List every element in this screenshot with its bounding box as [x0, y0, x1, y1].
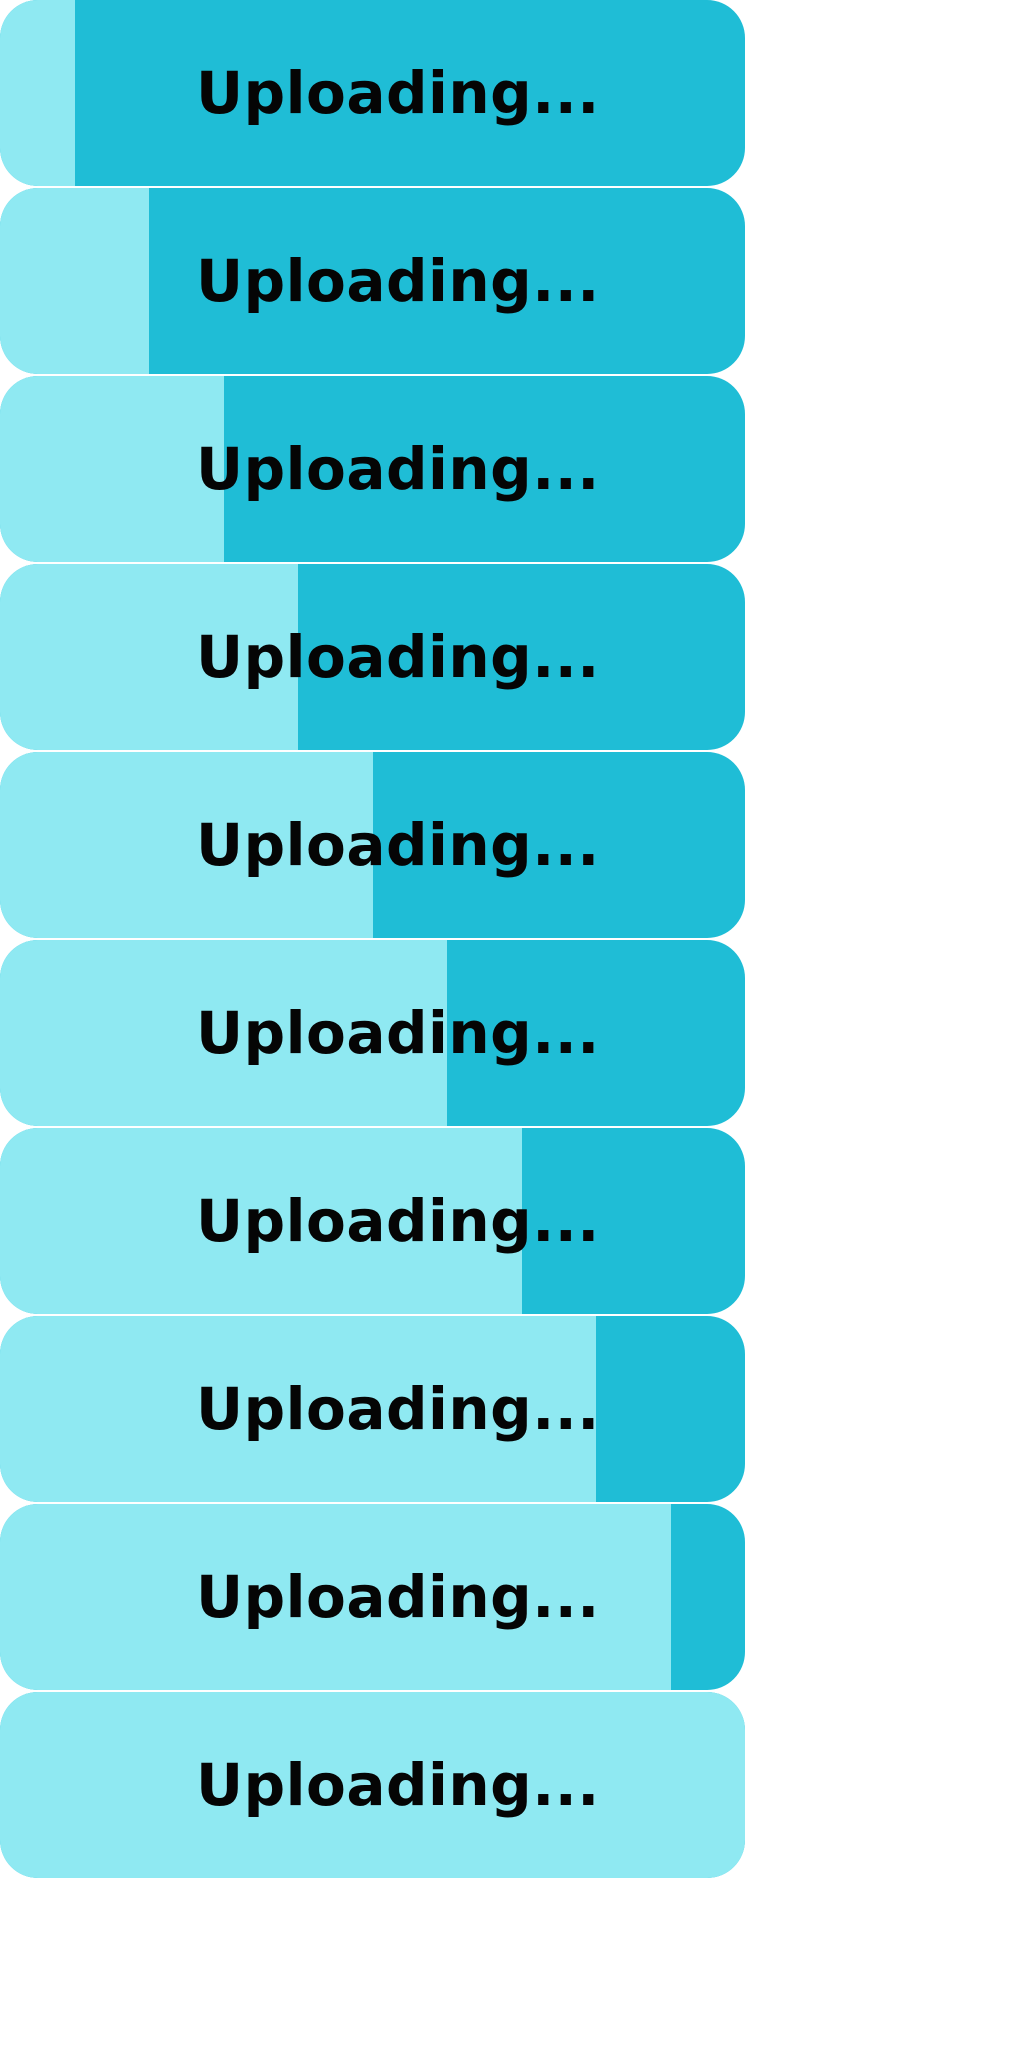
upload-progress-bar: Uploading...	[0, 940, 745, 1126]
uploading-label: Uploading...	[196, 1563, 600, 1631]
upload-progress-stack: Uploading... Uploading... Uploading... Uplo…	[0, 0, 745, 1880]
upload-progress-bar: Uploading...	[0, 1128, 745, 1314]
progress-fill	[0, 0, 75, 186]
upload-progress-bar: Uploading...	[0, 564, 745, 750]
uploading-label: Uploading...	[196, 1751, 600, 1819]
uploading-label: Uploading...	[196, 1375, 600, 1443]
progress-fill	[0, 188, 149, 374]
uploading-label: Uploading...	[196, 59, 600, 127]
uploading-label: Uploading...	[196, 247, 600, 315]
upload-progress-bar: Uploading...	[0, 0, 745, 186]
uploading-label: Uploading...	[196, 999, 600, 1067]
upload-progress-bar: Uploading...	[0, 1692, 745, 1878]
uploading-label: Uploading...	[196, 435, 600, 503]
progress-fill	[0, 376, 224, 562]
upload-progress-bar: Uploading...	[0, 188, 745, 374]
upload-progress-bar: Uploading...	[0, 752, 745, 938]
uploading-label: Uploading...	[196, 1187, 600, 1255]
uploading-label: Uploading...	[196, 623, 600, 691]
upload-progress-bar: Uploading...	[0, 1316, 745, 1502]
upload-progress-bar: Uploading...	[0, 376, 745, 562]
upload-progress-bar: Uploading...	[0, 1504, 745, 1690]
uploading-label: Uploading...	[196, 811, 600, 879]
